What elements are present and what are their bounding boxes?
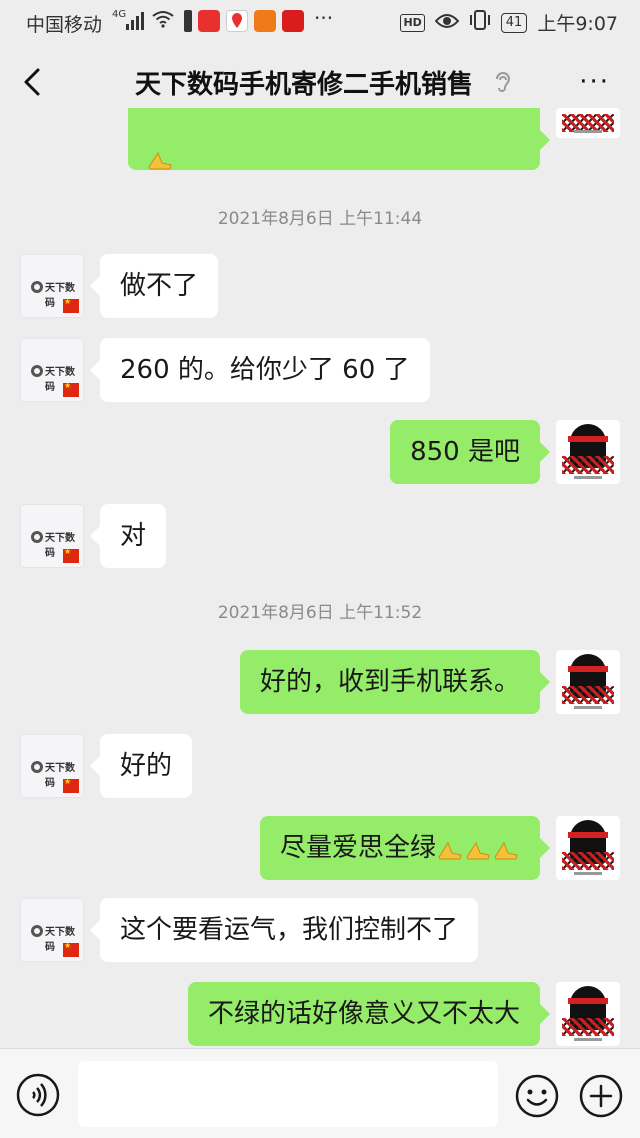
- more-menu-icon[interactable]: ···: [579, 69, 610, 95]
- message-bubble-outgoing: 不绿的话好像意义又不太大: [187, 982, 551, 1046]
- ear-icon: [490, 70, 514, 96]
- network-type-label: 4G: [112, 9, 127, 20]
- message-bubble-outgoing: [128, 108, 550, 170]
- avatar-user[interactable]: [556, 420, 620, 484]
- message-bubble-incoming: 对: [89, 504, 167, 568]
- message-bubble-incoming: 做不了: [89, 254, 219, 318]
- vibrate-icon: [469, 10, 491, 35]
- red-app-icon: [282, 10, 304, 32]
- folded-hands-emoji: [464, 833, 492, 863]
- carrier-label: 中国移动: [26, 14, 103, 36]
- notification-alert-icon: [184, 10, 192, 32]
- message-input[interactable]: [78, 1061, 498, 1127]
- toutiao-app-icon: [198, 10, 220, 32]
- avatar-user[interactable]: [556, 650, 620, 714]
- message-bubble-outgoing: 好的，收到手机联系。: [239, 650, 551, 714]
- chat-title: 天下数码手机寄修二手机销售: [134, 70, 473, 100]
- eye-icon: [434, 12, 460, 34]
- message-bubble-incoming: 好的: [89, 734, 193, 798]
- voice-icon[interactable]: [16, 1073, 60, 1117]
- folded-hands-emoji: [436, 833, 464, 863]
- smiley-icon[interactable]: [514, 1073, 560, 1119]
- status-bar: 中国移动 4G ··· HD 41 上午9:07: [0, 0, 640, 44]
- more-notifications-icon: ···: [314, 6, 334, 30]
- message-bubble-outgoing: 尽量爱思全绿: [259, 816, 551, 880]
- folded-hands-emoji: [146, 126, 174, 190]
- message-bubble-outgoing: 850 是吧: [390, 420, 550, 484]
- clock-label: 上午9:07: [537, 13, 618, 35]
- map-app-icon: [226, 10, 248, 32]
- orange-app-icon: [254, 10, 276, 32]
- avatar-shop[interactable]: 天下数码: [20, 734, 84, 798]
- avatar-shop[interactable]: 天下数码: [20, 338, 84, 402]
- hd-badge: HD: [400, 13, 425, 32]
- signal-icon: [126, 12, 146, 30]
- input-bar: [0, 1048, 640, 1138]
- wifi-icon: [152, 10, 174, 33]
- folded-hands-emoji: [492, 833, 520, 863]
- avatar-user[interactable]: [556, 816, 620, 880]
- avatar-shop[interactable]: 天下数码: [20, 254, 84, 318]
- chat-timestamp: 2021年8月6日 上午11:44: [217, 209, 423, 229]
- chat-timestamp: 2021年8月6日 上午11:52: [217, 603, 423, 623]
- message-bubble-incoming: 这个要看运气，我们控制不了: [89, 898, 479, 962]
- plus-circle-icon[interactable]: [578, 1073, 624, 1119]
- notification-icons: [184, 10, 304, 32]
- message-bubble-incoming: 260 的。给你少了 60 了: [90, 338, 430, 402]
- battery-indicator: 41: [500, 12, 528, 33]
- avatar-shop[interactable]: 天下数码: [20, 504, 84, 568]
- avatar-user[interactable]: [556, 982, 620, 1046]
- avatar-user[interactable]: [556, 108, 620, 138]
- avatar-shop[interactable]: 天下数码: [20, 898, 84, 962]
